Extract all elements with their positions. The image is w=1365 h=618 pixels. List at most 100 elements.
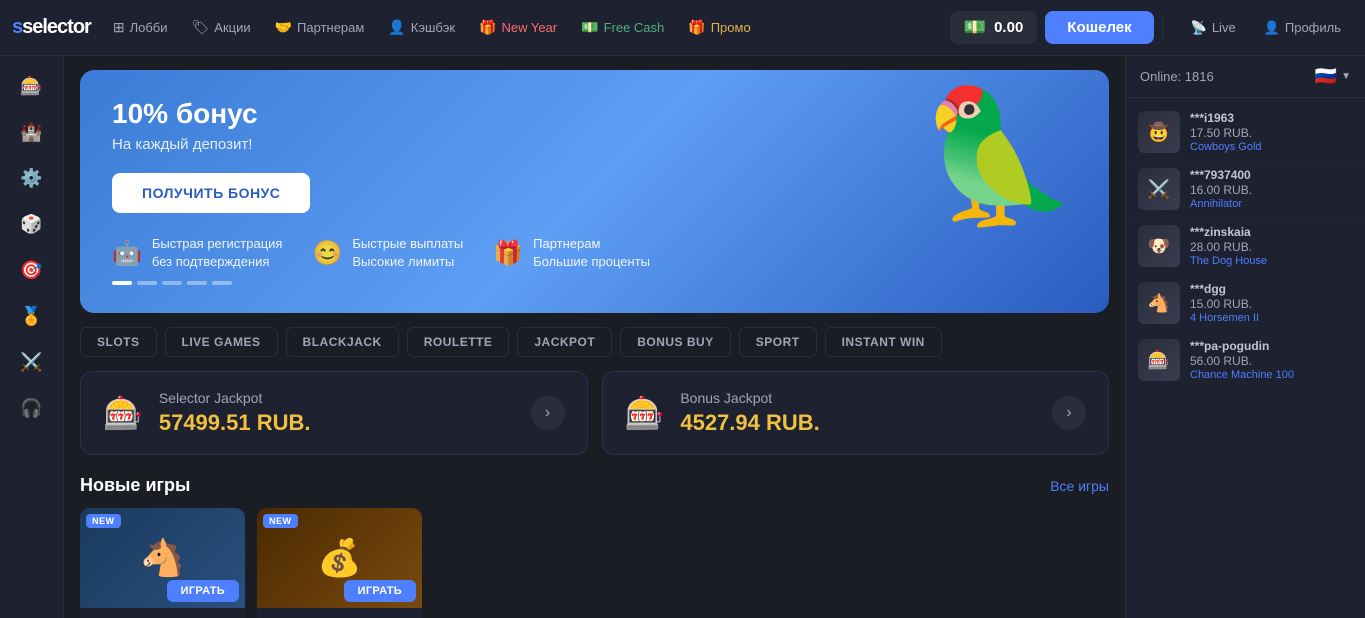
banner-feature-1: 😊 Быстрые выплаты Высокие лимиты bbox=[312, 235, 463, 271]
promo-banner: 🦜 10% бонус На каждый депозит! ПОЛУЧИТЬ … bbox=[80, 70, 1109, 313]
nav-separator bbox=[1162, 16, 1163, 40]
feed-game-2[interactable]: The Dog House bbox=[1190, 255, 1353, 267]
dot-3[interactable] bbox=[187, 281, 207, 285]
money-icon: 💵 bbox=[964, 17, 986, 38]
feed-item-1: ⚔️ ***7937400 16.00 RUB. Annihilator bbox=[1126, 161, 1365, 218]
jackpot-label-1: Bonus Jackpot bbox=[680, 390, 1036, 406]
cashback-icon: 👤 bbox=[388, 19, 405, 36]
tab-instant-win[interactable]: INSTANT WIN bbox=[825, 327, 942, 357]
game-card-0[interactable]: 🐴 NEW ИГРАТЬ Miner Donkey Trouble bbox=[80, 508, 245, 618]
main-content: 🦜 10% бонус На каждый депозит! ПОЛУЧИТЬ … bbox=[64, 56, 1125, 618]
game-thumb-1: 💰 NEW ИГРАТЬ bbox=[257, 508, 422, 608]
feed-game-1[interactable]: Annihilator bbox=[1190, 198, 1353, 210]
dot-4[interactable] bbox=[212, 281, 232, 285]
games-row: 🐴 NEW ИГРАТЬ Miner Donkey Trouble 💰 NEW … bbox=[80, 508, 1109, 618]
lobby-icon: ⊞ bbox=[113, 19, 125, 36]
play-button-0[interactable]: ИГРАТЬ bbox=[167, 580, 239, 602]
feed-user-4: ***pa-pogudin bbox=[1190, 339, 1353, 353]
freecash-icon: 💵 bbox=[581, 19, 598, 36]
main-layout: 🎰 🏰 ⚙️ 🎲 🎯 🏅 ⚔️ 🎧 🦜 10% бонус На каждый … bbox=[0, 56, 1365, 618]
feed-item-4: 🎰 ***pa-pogudin 56.00 RUB. Chance Machin… bbox=[1126, 332, 1365, 389]
dot-2[interactable] bbox=[162, 281, 182, 285]
jackpot-card-0: 🎰 Selector Jackpot 57499.51 RUB. › bbox=[80, 371, 588, 455]
sidebar-castle[interactable]: 🏰 bbox=[12, 112, 52, 152]
balance-box: 💵 0.00 bbox=[950, 11, 1038, 44]
feed-user-3: ***dgg bbox=[1190, 282, 1353, 296]
game-card-1[interactable]: 💰 NEW ИГРАТЬ Regal Streak bbox=[257, 508, 422, 618]
tab-blackjack[interactable]: BLACKJACK bbox=[286, 327, 399, 357]
jackpot-card-1: 🎰 Bonus Jackpot 4527.94 RUB. › bbox=[602, 371, 1110, 455]
new-games-title: Новые игры bbox=[80, 475, 190, 496]
nav-cashback[interactable]: 👤 Кэшбэк bbox=[378, 13, 465, 42]
jackpot-arrow-0[interactable]: › bbox=[531, 396, 565, 430]
nav-promo[interactable]: 🎁 Промо bbox=[678, 13, 760, 42]
partners-icon: 🤝 bbox=[275, 19, 292, 36]
game-icon-1: 💰 bbox=[317, 537, 362, 579]
sidebar-support[interactable]: 🎧 bbox=[12, 388, 52, 428]
nav-akcii[interactable]: 🏷 Акции bbox=[182, 13, 261, 42]
right-panel-header: Online: 1816 🇷🇺 ▼ bbox=[1126, 56, 1365, 98]
banner-cta-button[interactable]: ПОЛУЧИТЬ БОНУС bbox=[112, 173, 310, 213]
nav-live[interactable]: 📡 Live bbox=[1179, 14, 1248, 42]
chevron-down-icon: ▼ bbox=[1341, 71, 1351, 82]
sidebar-target[interactable]: 🎯 bbox=[12, 250, 52, 290]
feed-thumb-0: 🤠 bbox=[1138, 111, 1180, 153]
feed-amount-1: 16.00 RUB. bbox=[1190, 183, 1353, 197]
sidebar-slots[interactable]: 🎰 bbox=[12, 66, 52, 106]
flag-button[interactable]: 🇷🇺 ▼ bbox=[1315, 66, 1351, 87]
live-feed: 🤠 ***i1963 17.50 RUB. Cowboys Gold ⚔️ **… bbox=[1126, 98, 1365, 618]
online-count: Online: 1816 bbox=[1140, 69, 1214, 84]
jackpot-slot-icon-1: 🎰 bbox=[625, 394, 665, 432]
dot-1[interactable] bbox=[137, 281, 157, 285]
all-games-link[interactable]: Все игры bbox=[1050, 478, 1109, 494]
banner-feature-0: 🤖 Быстрая регистрация без подтверждения bbox=[112, 235, 282, 271]
sidebar-settings[interactable]: ⚙️ bbox=[12, 158, 52, 198]
tab-slots[interactable]: SLOTS bbox=[80, 327, 157, 357]
tab-bonus-buy[interactable]: BONUS BUY bbox=[620, 327, 731, 357]
nav-newyear[interactable]: 🎁 New Year bbox=[469, 13, 567, 42]
feed-item-2: 🐶 ***zinskaia 28.00 RUB. The Dog House bbox=[1126, 218, 1365, 275]
newyear-icon: 🎁 bbox=[479, 19, 496, 36]
nav-lobby[interactable]: ⊞ Лобби bbox=[103, 13, 178, 42]
banner-features: 🤖 Быстрая регистрация без подтверждения … bbox=[112, 235, 1077, 271]
sidebar-swords[interactable]: ⚔️ bbox=[12, 342, 52, 382]
right-nav: 📡 Live 👤 Профиль bbox=[1179, 14, 1353, 42]
feed-thumb-1: ⚔️ bbox=[1138, 168, 1180, 210]
wallet-button[interactable]: Кошелек bbox=[1045, 11, 1153, 44]
jackpot-amount-0: 57499.51 RUB. bbox=[159, 410, 515, 436]
feed-amount-2: 28.00 RUB. bbox=[1190, 240, 1353, 254]
feature-smile-icon: 😊 bbox=[312, 239, 342, 268]
logo[interactable]: sselector bbox=[12, 16, 91, 39]
nav-partners[interactable]: 🤝 Партнерам bbox=[265, 13, 375, 42]
nav-profile[interactable]: 👤 Профиль bbox=[1252, 14, 1353, 42]
tab-sport[interactable]: SPORT bbox=[739, 327, 817, 357]
feed-game-3[interactable]: 4 Horsemen II bbox=[1190, 312, 1353, 324]
jackpots-section: 🎰 Selector Jackpot 57499.51 RUB. › 🎰 Bon… bbox=[80, 371, 1109, 455]
feed-thumb-3: 🐴 bbox=[1138, 282, 1180, 324]
tab-jackpot[interactable]: JACKPOT bbox=[517, 327, 612, 357]
banner-feature-2: 🎁 Партнерам Большие проценты bbox=[493, 235, 650, 271]
sidebar-dice[interactable]: 🎲 bbox=[12, 204, 52, 244]
nav-freecash[interactable]: 💵 Free Cash bbox=[571, 13, 674, 42]
feed-user-2: ***zinskaia bbox=[1190, 225, 1353, 239]
sidebar-medal[interactable]: 🏅 bbox=[12, 296, 52, 336]
left-sidebar: 🎰 🏰 ⚙️ 🎲 🎯 🏅 ⚔️ 🎧 bbox=[0, 56, 64, 618]
feed-item-3: 🐴 ***dgg 15.00 RUB. 4 Horsemen II bbox=[1126, 275, 1365, 332]
dot-0[interactable] bbox=[112, 281, 132, 285]
tab-roulette[interactable]: ROULETTE bbox=[407, 327, 510, 357]
feed-game-4[interactable]: Chance Machine 100 bbox=[1190, 369, 1353, 381]
jackpot-label-0: Selector Jackpot bbox=[159, 390, 515, 406]
new-games-header: Новые игры Все игры bbox=[80, 475, 1109, 496]
game-title-1: Regal Streak bbox=[257, 608, 422, 618]
feed-game-0[interactable]: Cowboys Gold bbox=[1190, 141, 1353, 153]
feed-amount-0: 17.50 RUB. bbox=[1190, 126, 1353, 140]
jackpot-slot-icon-0: 🎰 bbox=[103, 394, 143, 432]
akcii-icon: 🏷 bbox=[192, 19, 210, 36]
play-button-1[interactable]: ИГРАТЬ bbox=[344, 580, 416, 602]
tab-live-games[interactable]: LIVE GAMES bbox=[165, 327, 278, 357]
feed-user-1: ***7937400 bbox=[1190, 168, 1353, 182]
profile-icon: 👤 bbox=[1264, 20, 1280, 36]
game-thumb-0: 🐴 NEW ИГРАТЬ bbox=[80, 508, 245, 608]
jackpot-arrow-1[interactable]: › bbox=[1052, 396, 1086, 430]
feature-gift-icon: 🎁 bbox=[493, 239, 523, 268]
